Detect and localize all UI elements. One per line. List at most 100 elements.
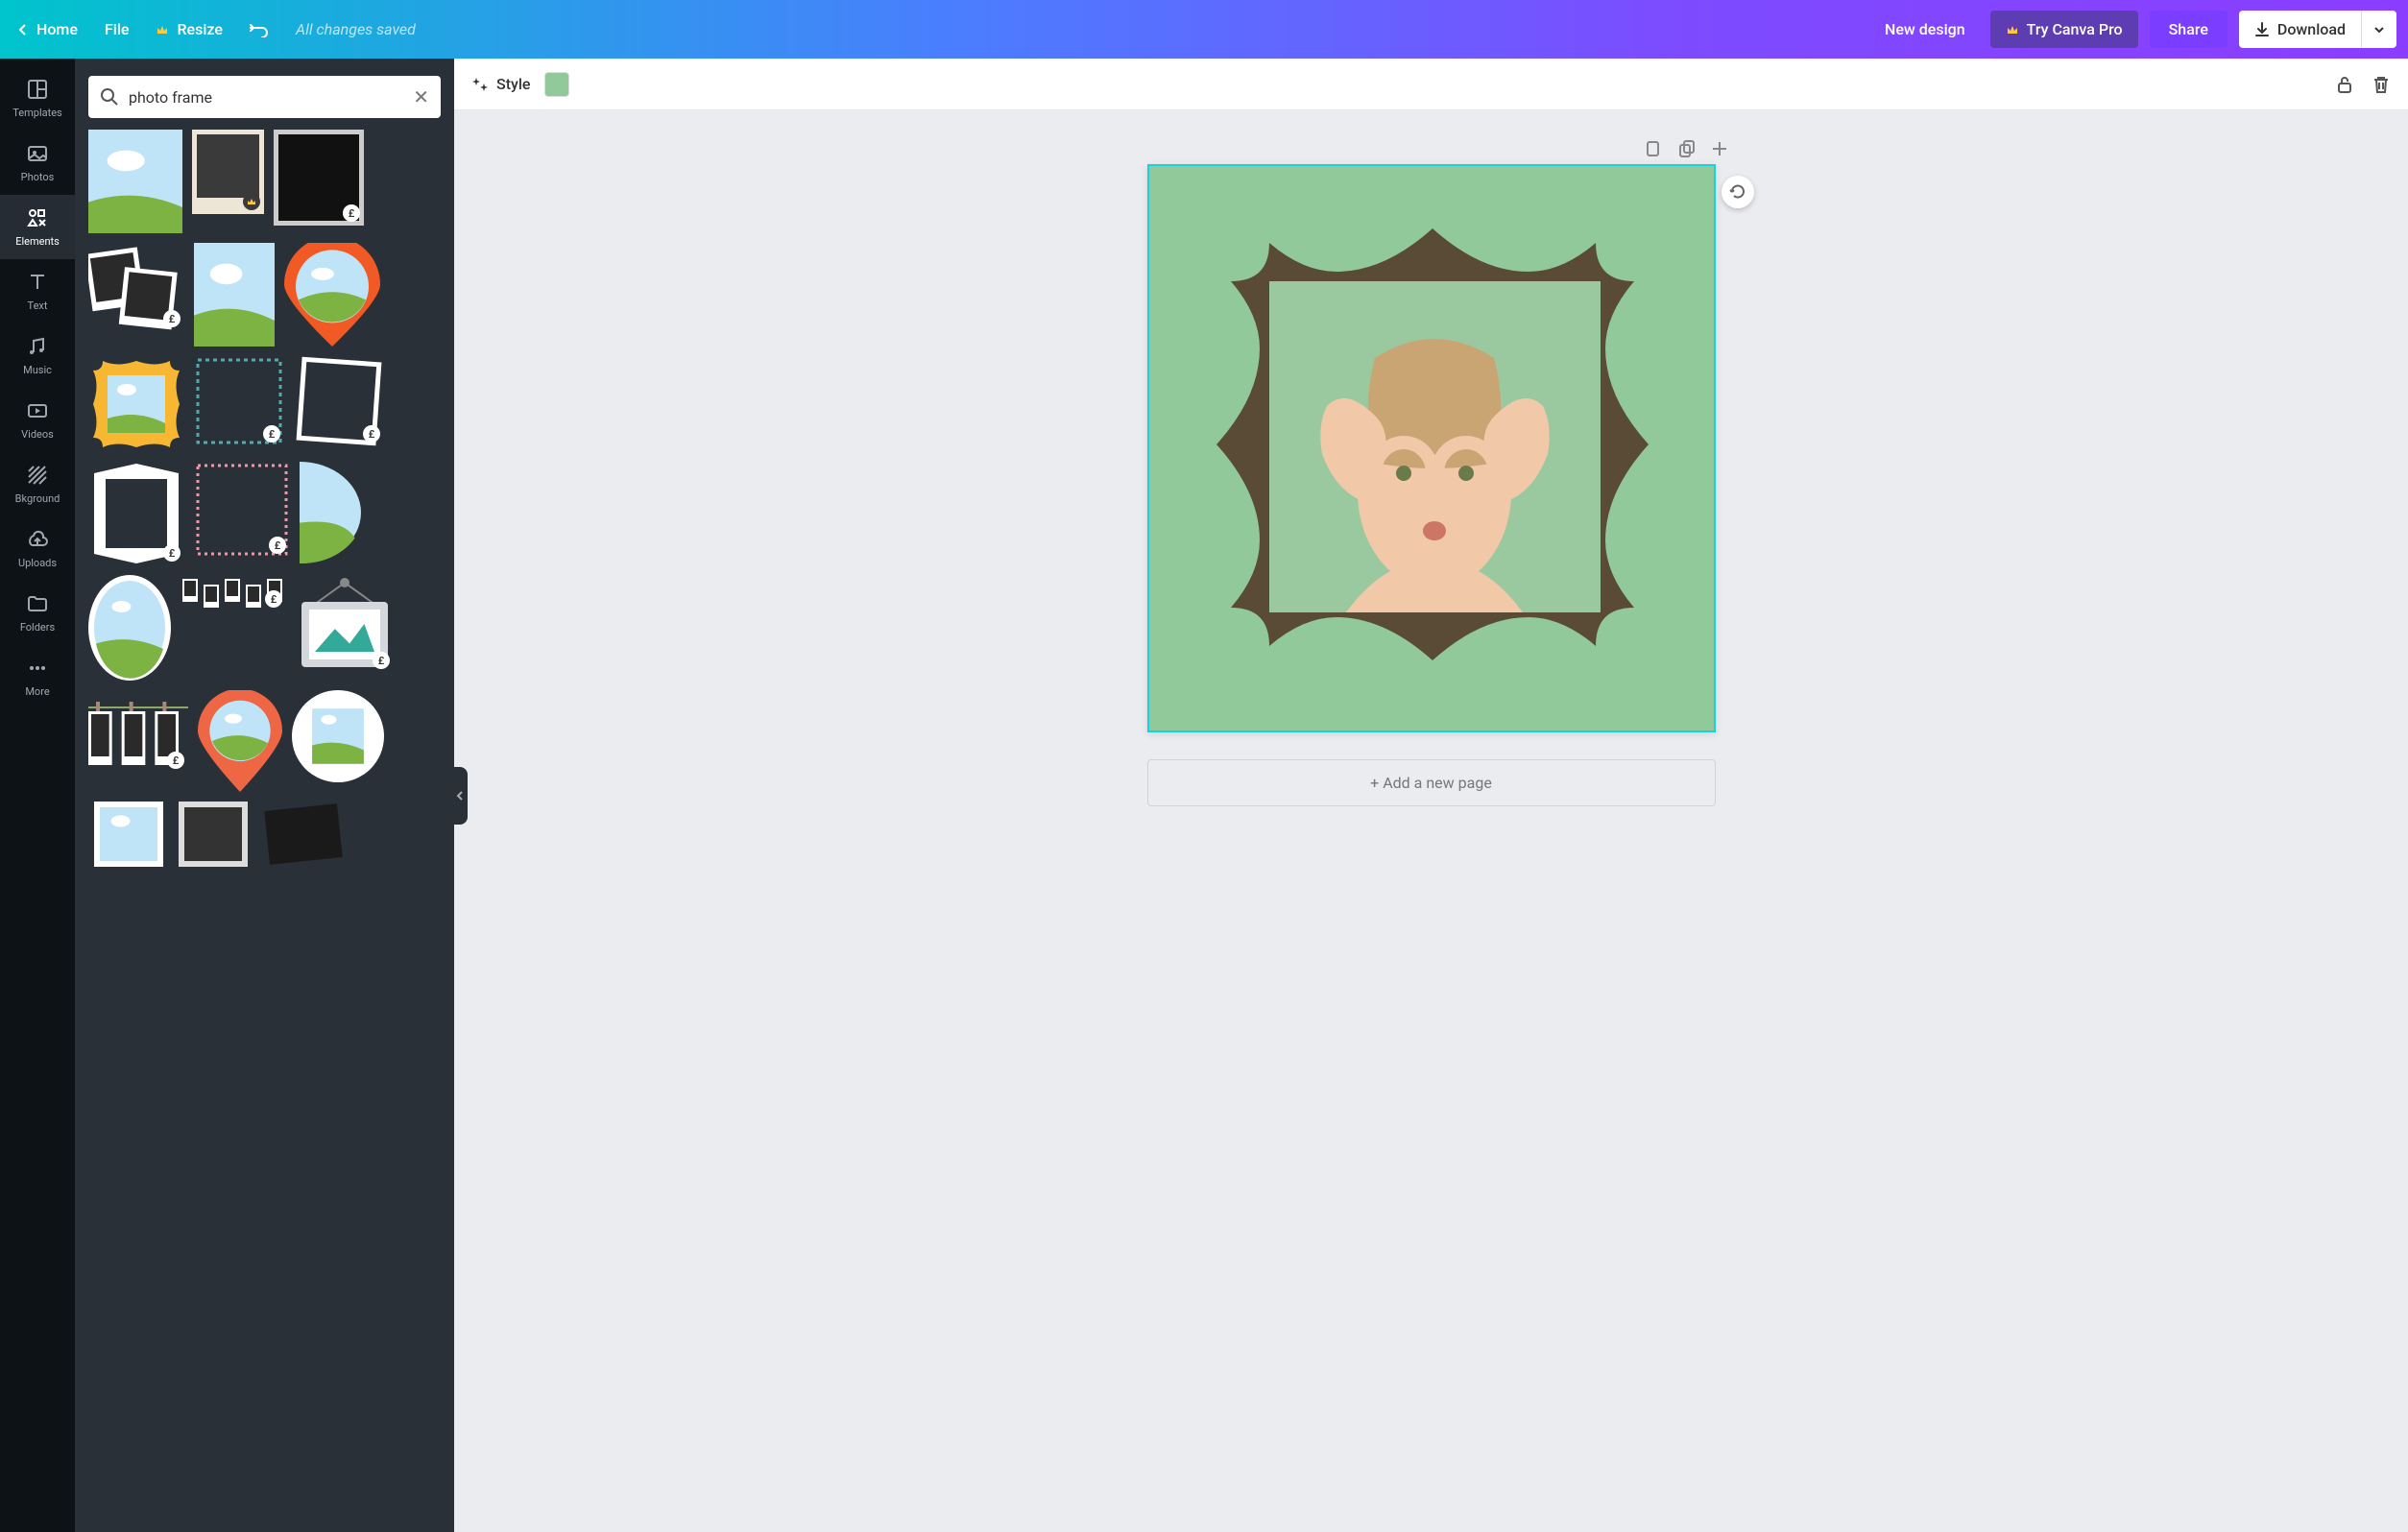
refresh-icon [1729,183,1746,201]
templates-icon [26,78,49,101]
download-icon [2254,22,2270,37]
page-tools [1134,139,1729,158]
rail-background[interactable]: Bkground [0,452,75,516]
style-label: Style [496,75,531,93]
undo-icon [250,22,269,37]
photo-in-frame[interactable] [1269,281,1601,612]
rail-photos[interactable]: Photos [0,131,75,195]
frame-tile[interactable] [192,130,264,214]
style-button[interactable]: Style [471,75,531,93]
price-badge: £ [263,425,280,443]
uploads-icon [26,528,49,551]
frame-tile[interactable]: £ [274,130,364,226]
frame-tile[interactable] [88,356,184,452]
rail-uploads[interactable]: Uploads [0,516,75,581]
photos-icon [26,142,49,165]
context-right [2335,75,2391,94]
undo-button[interactable] [250,22,269,37]
tool-rail: Templates Photos Elements Text Music Vid… [0,59,75,1532]
try-pro-button[interactable]: Try Canva Pro [1990,11,2138,48]
resize-label: Resize [177,20,222,38]
frame-tile[interactable] [300,462,361,563]
frame-tile[interactable] [257,802,349,867]
file-menu[interactable]: File [105,20,130,38]
elements-panel: ✕ £ £ £ £ £ £ £ £ £ [75,59,454,1532]
download-group: Download [2239,11,2396,48]
color-swatch[interactable] [544,72,569,97]
resize-button[interactable]: Resize [156,20,222,38]
rail-music[interactable]: Music [0,323,75,388]
frame-tile[interactable]: £ [181,575,286,611]
frame-tile[interactable]: £ [294,356,384,446]
rail-folders[interactable]: Folders [0,581,75,645]
add-page-icon[interactable] [1710,139,1729,158]
download-button[interactable]: Download [2239,11,2362,48]
text-icon [26,271,49,294]
frame-tile[interactable]: £ [88,690,188,773]
rail-more[interactable]: More [0,645,75,709]
price-badge: £ [163,310,181,327]
music-icon [26,335,49,358]
price-badge: £ [167,752,184,769]
rail-templates[interactable]: Templates [0,66,75,131]
frame-tile[interactable]: £ [194,462,290,558]
crown-icon [2006,23,2019,36]
main-area: Templates Photos Elements Text Music Vid… [0,59,2408,1532]
frame-tile[interactable]: £ [88,243,184,331]
crown-icon [156,23,169,36]
price-badge: £ [269,537,286,554]
price-badge: £ [363,425,380,443]
download-label: Download [2277,20,2346,38]
frame-tile[interactable]: £ [194,356,284,446]
rail-videos[interactable]: Videos [0,388,75,452]
search-box: ✕ [88,76,441,118]
lock-icon[interactable] [2335,75,2354,94]
canvas-side: Style [454,59,2408,1532]
remix-button[interactable] [1722,176,1754,208]
search-input[interactable] [129,88,403,107]
frame-tile[interactable] [88,130,182,233]
frame-tile[interactable] [179,802,248,867]
frame-tile[interactable] [292,690,384,782]
save-status: All changes saved [296,20,416,38]
frame-tile[interactable]: £ [296,575,394,673]
share-button[interactable]: Share [2150,11,2227,48]
trash-icon[interactable] [2372,75,2391,94]
elements-grid-scroll[interactable]: £ £ £ £ £ £ £ £ £ [88,130,441,1515]
home-button[interactable]: Home [17,20,78,38]
frame-tile[interactable] [194,243,275,347]
rail-text[interactable]: Text [0,259,75,323]
topbar-left: Home File Resize All changes saved [17,20,416,38]
clear-search-button[interactable]: ✕ [413,85,429,108]
frame-tile[interactable] [88,802,169,867]
price-badge: £ [265,590,282,608]
new-design-button[interactable]: New design [1871,12,1979,46]
sparkle-icon [471,76,489,93]
price-badge: £ [373,652,390,669]
download-dropdown[interactable] [2362,11,2396,48]
frame-tile[interactable] [198,690,282,792]
chevron-left-icon [17,24,29,36]
folders-icon [26,592,49,615]
chevron-down-icon [2373,24,2385,36]
copy-page-icon[interactable] [1645,139,1664,158]
background-icon [26,464,49,487]
videos-icon [26,399,49,422]
topbar-right: New design Try Canva Pro Share Download [1871,11,2396,48]
home-label: Home [36,20,78,38]
elements-grid: £ £ £ £ £ £ £ £ £ [88,130,441,867]
rail-elements[interactable]: Elements [0,195,75,259]
frame-tile[interactable] [284,243,380,347]
canvas-page[interactable] [1147,164,1716,732]
canvas-viewport[interactable]: + Add a new page [454,110,2408,1532]
price-badge: £ [163,544,181,562]
frame-tile[interactable]: £ [88,462,184,565]
frame-tile[interactable] [88,575,171,681]
top-bar: Home File Resize All changes saved New d… [0,0,2408,59]
try-pro-label: Try Canva Pro [2027,20,2123,38]
context-toolbar: Style [454,59,2408,110]
price-badge: £ [343,204,360,222]
duplicate-page-icon[interactable] [1677,139,1697,158]
add-page-button[interactable]: + Add a new page [1147,759,1716,806]
search-icon [100,87,119,107]
